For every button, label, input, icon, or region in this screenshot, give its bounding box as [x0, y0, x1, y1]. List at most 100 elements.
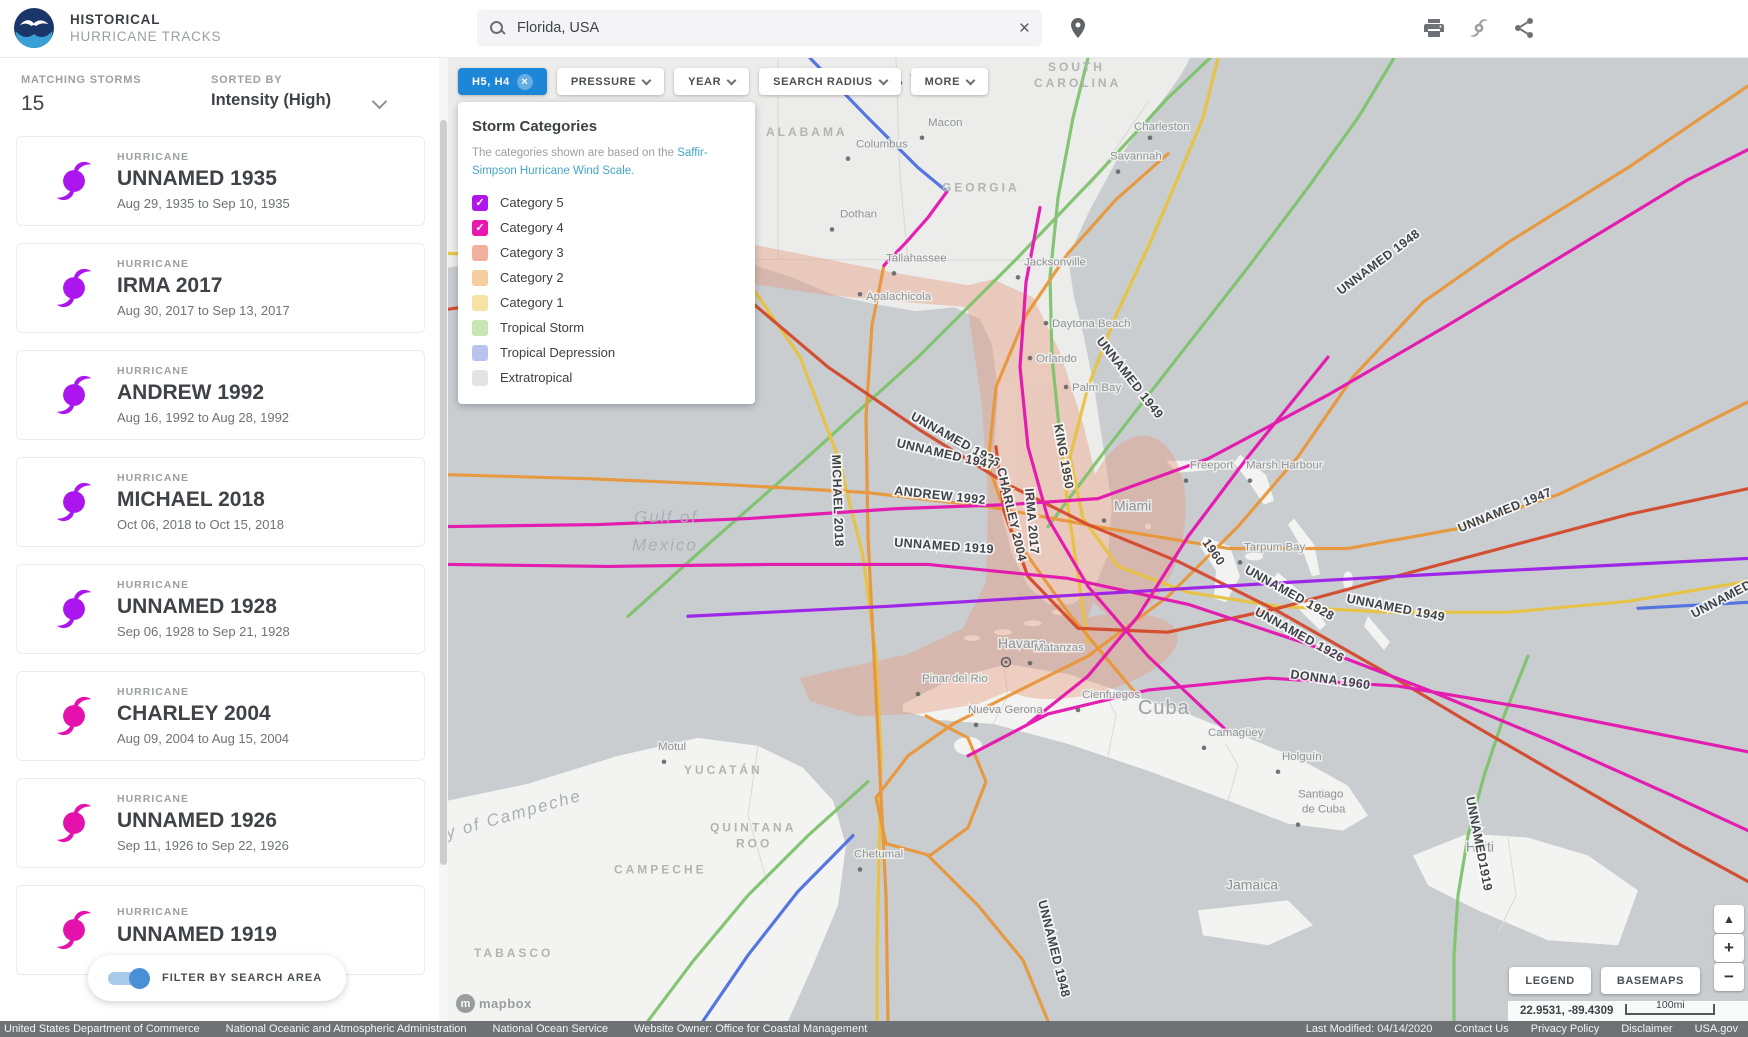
- category-checkbox[interactable]: ✓: [472, 245, 488, 261]
- zoom-in-button[interactable]: +: [1714, 934, 1744, 962]
- city-dot: [1102, 518, 1107, 523]
- category-row[interactable]: ✓ Extratropical: [472, 365, 737, 390]
- category-checkbox[interactable]: ✓: [472, 195, 488, 211]
- footer-link[interactable]: USA.gov: [1695, 1023, 1738, 1035]
- map-place-label: Cienfuegos: [1082, 689, 1140, 701]
- map-place-label: Motul: [658, 741, 686, 753]
- filter-chip[interactable]: PRESSURE: [557, 68, 664, 95]
- filter-by-search-area-toggle[interactable]: FILTER BY SEARCH AREA: [88, 955, 346, 1001]
- panel-description: The categories shown are based on the Sa…: [472, 144, 737, 180]
- footer-link[interactable]: United States Department of Commerce: [4, 1023, 200, 1035]
- category-row[interactable]: ✓ Category 4: [472, 215, 737, 240]
- map-place-label: Camagüey: [1208, 727, 1264, 739]
- app-title: HISTORICAL HURRICANE TRACKS: [70, 11, 221, 45]
- noaa-logo[interactable]: [14, 8, 54, 48]
- storm-cyclone-icon: [51, 800, 97, 846]
- share-icon[interactable]: [1512, 16, 1536, 40]
- category-checkbox[interactable]: ✓: [472, 270, 488, 286]
- search-bar[interactable]: Florida, USA ×: [477, 10, 1042, 46]
- app-header: HISTORICAL HURRICANE TRACKS Florida, USA…: [0, 0, 1748, 58]
- pan-up-button[interactable]: ▲: [1714, 905, 1744, 933]
- cursor-coordinates: 22.9531, -89.4309: [1508, 1005, 1625, 1017]
- chevron-down-icon: [727, 75, 737, 85]
- footer-link[interactable]: Contact Us: [1454, 1023, 1508, 1035]
- footer-link[interactable]: Website Owner: Office for Coastal Manage…: [634, 1023, 867, 1035]
- sidebar-scrollbar[interactable]: [439, 58, 448, 1021]
- storm-name: IRMA 2017: [117, 275, 290, 296]
- category-row[interactable]: ✓ Tropical Depression: [472, 340, 737, 365]
- filter-chip[interactable]: H5, H4 ×: [458, 68, 547, 95]
- map-place-label: CAROLINA: [1034, 76, 1121, 90]
- city-dot: [1202, 746, 1207, 751]
- city-dot: [846, 156, 851, 161]
- city-dot: [1184, 478, 1189, 483]
- category-row[interactable]: ✓ Category 3: [472, 240, 737, 265]
- category-checkbox[interactable]: ✓: [472, 370, 488, 386]
- gov-footer: United States Department of Commerce Nati…: [0, 1021, 1748, 1037]
- search-clear-icon[interactable]: ×: [1019, 19, 1030, 38]
- footer-link[interactable]: Disclaimer: [1621, 1023, 1672, 1035]
- filter-chip[interactable]: YEAR: [674, 68, 749, 95]
- city-dot: [1248, 478, 1253, 483]
- map-place-label: SOUTH: [1048, 60, 1105, 74]
- basemaps-button[interactable]: BASEMAPS: [1601, 967, 1700, 994]
- category-row[interactable]: ✓ Category 1: [472, 290, 737, 315]
- storm-cyclone-icon: [51, 586, 97, 632]
- storm-type-label: HURRICANE: [117, 366, 289, 377]
- panel-description-text: The categories shown are based on the: [472, 147, 677, 159]
- sidebar: MATCHING STORMS 15 SORTED BY Intensity (…: [0, 58, 448, 1021]
- storm-card[interactable]: HURRICANE UNNAMED 1926 Sep 11, 1926 to S…: [16, 778, 425, 868]
- category-row[interactable]: ✓ Category 5: [472, 190, 737, 215]
- category-checkbox[interactable]: ✓: [472, 320, 488, 336]
- map-place-label: Pinar del Rio: [922, 673, 988, 685]
- city-dot: [662, 760, 667, 765]
- city-dot: [1296, 822, 1301, 827]
- city-dot: [916, 692, 921, 697]
- map-place-label: Chetumal: [854, 849, 903, 861]
- storm-dates: Sep 11, 1926 to Sep 22, 1926: [117, 839, 289, 852]
- location-pin-icon[interactable]: [1066, 16, 1090, 40]
- print-icon[interactable]: [1422, 16, 1446, 40]
- footer-link[interactable]: Privacy Policy: [1531, 1023, 1599, 1035]
- category-label: Category 2: [500, 270, 564, 285]
- storm-card[interactable]: HURRICANE CHARLEY 2004 Aug 09, 2004 to A…: [16, 671, 425, 761]
- zoom-out-button[interactable]: −: [1714, 963, 1744, 991]
- storm-card[interactable]: HURRICANE UNNAMED 1935 Aug 29, 1935 to S…: [16, 136, 425, 226]
- category-label: Category 1: [500, 295, 564, 310]
- chip-close-icon[interactable]: ×: [517, 74, 533, 90]
- panel-title: Storm Categories: [472, 118, 737, 135]
- chip-label: YEAR: [688, 76, 721, 88]
- city-dot: [858, 292, 863, 297]
- footer-link[interactable]: National Ocean Service: [493, 1023, 609, 1035]
- map-zoom-controls: ▲ + −: [1714, 905, 1744, 991]
- category-row[interactable]: ✓ Category 2: [472, 265, 737, 290]
- hurricane-icon[interactable]: [1467, 16, 1491, 40]
- city-dot: [1116, 169, 1121, 174]
- chip-label: PRESSURE: [571, 76, 636, 88]
- storm-card[interactable]: HURRICANE ANDREW 1992 Aug 16, 1992 to Au…: [16, 350, 425, 440]
- footer-link[interactable]: Last Modified: 04/14/2020: [1306, 1023, 1433, 1035]
- map-place-label: de Cuba: [1302, 804, 1346, 816]
- storm-card[interactable]: HURRICANE MICHAEL 2018 Oct 06, 2018 to O…: [16, 457, 425, 547]
- filter-chip[interactable]: MORE: [911, 68, 988, 95]
- search-input[interactable]: Florida, USA: [517, 20, 1019, 36]
- legend-button[interactable]: LEGEND: [1509, 967, 1590, 994]
- check-icon: ✓: [472, 195, 488, 211]
- filter-chip[interactable]: SEARCH RADIUS: [759, 68, 900, 95]
- category-checkbox[interactable]: ✓: [472, 220, 488, 236]
- category-checkbox[interactable]: ✓: [472, 345, 488, 361]
- storm-card[interactable]: HURRICANE UNNAMED 1928 Sep 06, 1928 to S…: [16, 564, 425, 654]
- sort-dropdown[interactable]: SORTED BY Intensity (High): [211, 74, 441, 116]
- category-checkbox[interactable]: ✓: [472, 295, 488, 311]
- footer-link[interactable]: National Oceanic and Atmospheric Adminis…: [226, 1023, 467, 1035]
- check-icon: ✓: [472, 220, 488, 236]
- sidebar-header: MATCHING STORMS 15 SORTED BY Intensity (…: [0, 58, 448, 122]
- category-label: Category 5: [500, 195, 564, 210]
- category-row[interactable]: ✓ Tropical Storm: [472, 315, 737, 340]
- storm-card[interactable]: HURRICANE IRMA 2017 Aug 30, 2017 to Sep …: [16, 243, 425, 333]
- toggle-switch[interactable]: [108, 972, 148, 985]
- mapbox-attribution[interactable]: m mapbox: [456, 994, 532, 1013]
- scrollbar-thumb[interactable]: [440, 120, 447, 865]
- city-dot: [858, 867, 863, 872]
- footer-left-links: United States Department of Commerce Nati…: [4, 1023, 867, 1035]
